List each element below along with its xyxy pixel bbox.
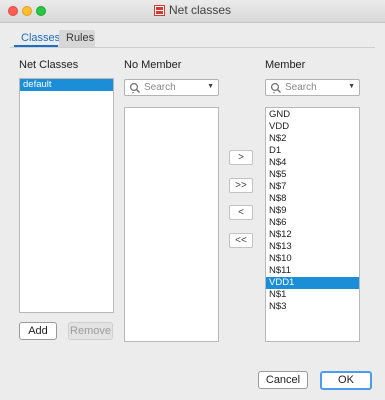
member-item[interactable]: N$3 <box>266 301 359 313</box>
no-member-list[interactable] <box>124 107 219 342</box>
net-class-item-default[interactable]: default <box>20 79 113 91</box>
member-item[interactable]: N$11 <box>266 265 359 277</box>
window-title: Net classes <box>168 3 232 17</box>
member-item[interactable]: N$5 <box>266 169 359 181</box>
chevron-down-icon[interactable]: ▼ <box>348 83 355 90</box>
member-item[interactable]: N$13 <box>266 241 359 253</box>
member-item[interactable]: VDD <box>266 121 359 133</box>
tab-rules[interactable]: Rules <box>59 30 95 47</box>
member-item[interactable]: D1 <box>266 145 359 157</box>
net-classes-list[interactable]: default <box>19 78 114 313</box>
chevron-down-icon[interactable]: ▼ <box>207 83 214 90</box>
member-item[interactable]: GND <box>266 109 359 121</box>
search-icon <box>270 82 281 94</box>
tab-classes[interactable]: Classes <box>14 30 60 47</box>
move-left-button[interactable]: < <box>229 205 253 220</box>
member-item[interactable]: N$1 <box>266 289 359 301</box>
member-search-input[interactable] <box>285 81 347 94</box>
member-item[interactable]: N$9 <box>266 205 359 217</box>
no-member-search-input[interactable] <box>144 81 206 94</box>
member-item[interactable]: N$12 <box>266 229 359 241</box>
member-heading: Member <box>265 59 306 71</box>
member-item[interactable]: N$10 <box>266 253 359 265</box>
remove-button[interactable]: Remove <box>68 322 113 340</box>
no-member-heading: No Member <box>124 59 182 71</box>
member-item[interactable]: N$7 <box>266 181 359 193</box>
no-member-search[interactable]: ▼ <box>124 79 219 96</box>
app-icon <box>153 5 165 16</box>
member-item[interactable]: N$6 <box>266 217 359 229</box>
window-titlebar: Net classes <box>0 0 385 23</box>
net-classes-heading: Net Classes <box>19 59 79 71</box>
member-item[interactable]: N$4 <box>266 157 359 169</box>
member-item[interactable]: N$2 <box>266 133 359 145</box>
member-item-selected[interactable]: VDD1 <box>266 277 359 289</box>
search-icon <box>129 82 140 94</box>
add-button[interactable]: Add <box>19 322 57 340</box>
move-all-left-button[interactable]: << <box>229 233 253 248</box>
ok-button[interactable]: OK <box>320 371 372 390</box>
tab-divider <box>10 47 375 48</box>
move-right-button[interactable]: > <box>229 150 253 165</box>
cancel-button[interactable]: Cancel <box>258 371 308 389</box>
member-item[interactable]: N$8 <box>266 193 359 205</box>
move-all-right-button[interactable]: >> <box>229 178 253 193</box>
member-search[interactable]: ▼ <box>265 79 360 96</box>
member-list[interactable]: GND VDD N$2 D1 N$4 N$5 N$7 N$8 N$9 N$6 N… <box>265 107 360 342</box>
